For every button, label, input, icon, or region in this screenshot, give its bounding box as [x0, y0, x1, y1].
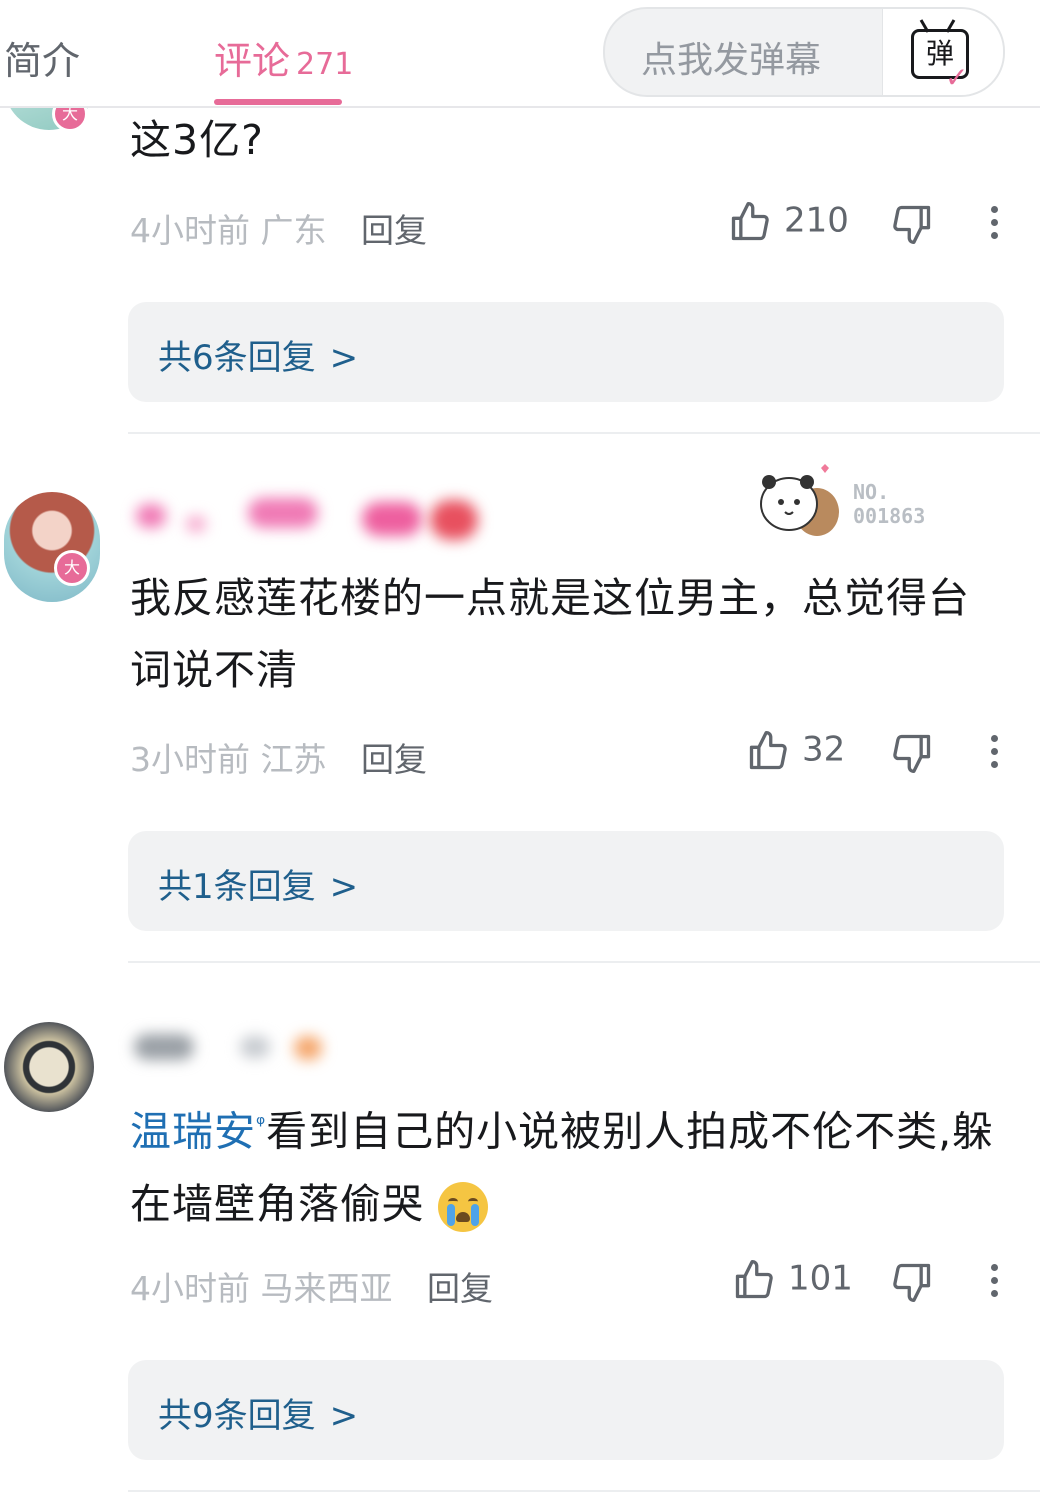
thumbs-down-icon	[893, 734, 931, 773]
danmaku-toggle-button[interactable]: 弹 ✓	[882, 9, 1003, 95]
avatar[interactable]	[4, 492, 100, 602]
like-count: 210	[784, 200, 849, 241]
comment-region: 江苏	[260, 740, 327, 779]
more-options-icon[interactable]	[986, 206, 1002, 245]
replies-count-label: 共1条回复	[158, 867, 316, 907]
dislike-button[interactable]	[890, 1260, 934, 1308]
fan-number-prefix: NO.	[853, 480, 890, 504]
thumbs-up-icon	[735, 1260, 773, 1299]
tab-comments-count: 271	[296, 47, 354, 82]
replies-expander[interactable]: 共9条回复 >	[128, 1360, 1004, 1460]
like-button[interactable]: 210	[728, 200, 849, 244]
comment-region: 广东	[260, 211, 327, 250]
like-button[interactable]: 32	[746, 729, 845, 773]
divider	[128, 1490, 1040, 1492]
vip-badge: 大	[54, 550, 90, 586]
like-button[interactable]: 101	[732, 1258, 853, 1302]
dislike-button[interactable]	[890, 731, 934, 779]
more-options-icon[interactable]	[986, 735, 1002, 774]
chevron-right-icon: >	[329, 338, 359, 378]
danmaku-input[interactable]: 点我发弹幕 弹 ✓	[603, 7, 1005, 97]
reply-button[interactable]: 回复	[427, 1269, 493, 1308]
thumbs-up-icon	[731, 202, 769, 241]
username-blurred[interactable]	[130, 1022, 490, 1072]
comment-region: 马来西亚	[260, 1269, 393, 1308]
comment-text: 我反感莲花楼的一点就是这位男主，总觉得台词说不清	[130, 574, 970, 694]
divider	[128, 432, 1040, 434]
replies-count-label: 共6条回复	[158, 338, 316, 378]
check-icon: ✓	[945, 61, 969, 94]
tab-comments-label: 评论	[214, 39, 291, 83]
top-tab-bar: 简介 评论 271 点我发弹幕 弹 ✓	[0, 0, 1040, 108]
chevron-right-icon: >	[329, 1396, 359, 1436]
like-count: 101	[788, 1258, 853, 1299]
comment-time: 4小时前	[130, 211, 250, 250]
tab-intro[interactable]: 简介	[4, 30, 80, 85]
active-tab-indicator	[214, 99, 342, 105]
comment-meta: 4小时前 广东 回复	[130, 204, 427, 252]
avatar[interactable]	[4, 1022, 94, 1112]
panda-sticker	[760, 464, 839, 536]
fan-number-badge: NO. 001863	[853, 480, 925, 528]
fan-number-value: 001863	[853, 504, 926, 528]
reply-button[interactable]: 回复	[361, 740, 427, 779]
more-options-icon[interactable]	[986, 1264, 1002, 1303]
like-count: 32	[802, 729, 846, 770]
comment-text: 这3亿?	[130, 116, 264, 164]
tab-comments[interactable]: 评论 271	[214, 30, 353, 85]
thumbs-down-icon	[893, 1263, 931, 1302]
comment-text: 温瑞安ᵠ看到自己的小说被别人拍成不伦不类,躲在墙壁角落偷哭	[130, 1089, 1000, 1240]
mention-link[interactable]: 温瑞安	[130, 1108, 256, 1156]
comment-meta: 3小时前 江苏 回复	[130, 733, 427, 781]
replies-expander[interactable]: 共1条回复 >	[128, 831, 1004, 931]
comment-meta: 4小时前 马来西亚 回复	[130, 1262, 493, 1310]
crying-face-icon	[438, 1181, 489, 1232]
divider	[128, 961, 1040, 963]
chevron-right-icon: >	[329, 867, 359, 907]
replies-count-label: 共9条回复	[158, 1396, 316, 1436]
dislike-button[interactable]	[890, 202, 934, 250]
reply-button[interactable]: 回复	[361, 211, 427, 250]
search-icon[interactable]: ᵠ	[256, 1112, 266, 1137]
thumbs-down-icon	[893, 205, 931, 244]
thumbs-up-icon	[749, 731, 787, 770]
replies-expander[interactable]: 共6条回复 >	[128, 302, 1004, 402]
danmaku-placeholder: 点我发弹幕	[641, 40, 822, 81]
username-blurred[interactable]	[130, 492, 490, 542]
comment-time: 3小时前	[130, 740, 250, 779]
comment-time: 4小时前	[130, 1269, 250, 1308]
